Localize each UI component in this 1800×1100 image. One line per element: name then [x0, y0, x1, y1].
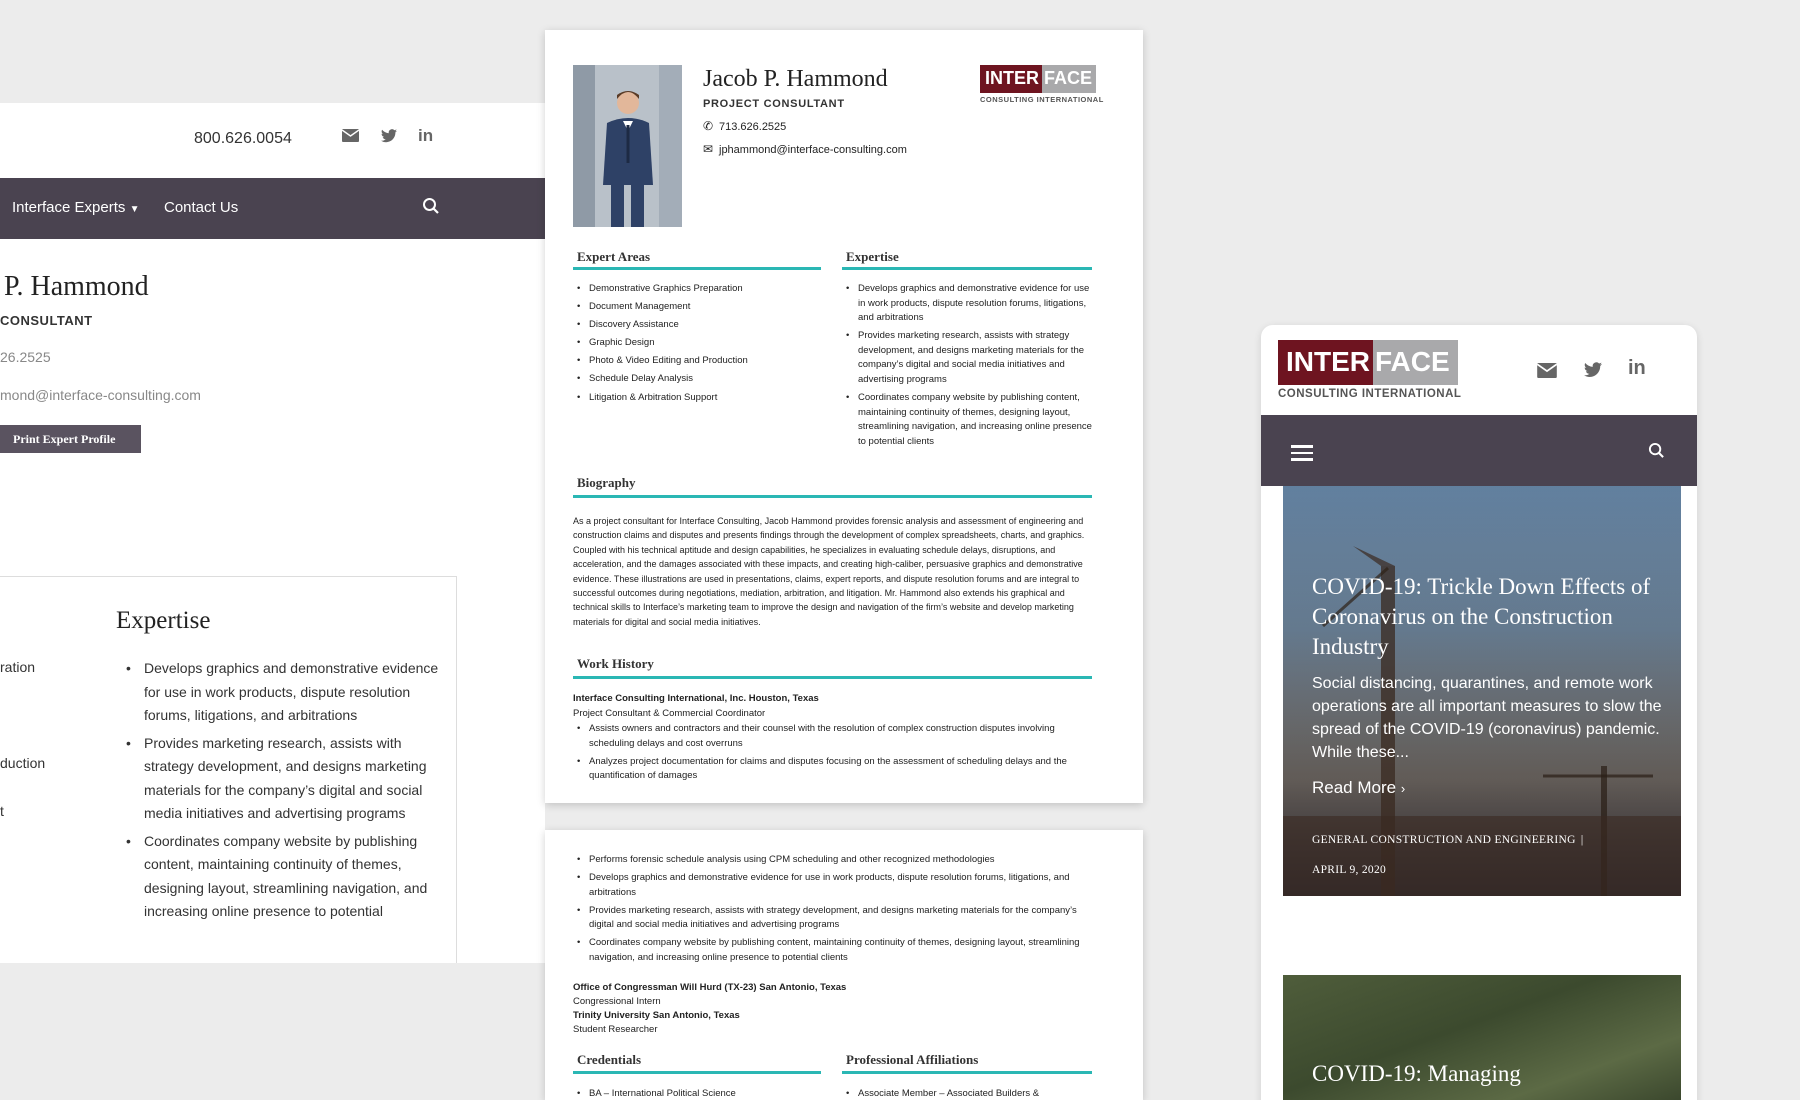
resume-phone-row: ✆ 713.626.2525 — [703, 119, 786, 133]
twitter-icon[interactable] — [381, 129, 397, 148]
article-date: APRIL 9, 2020 — [1312, 864, 1387, 876]
mobile-nav-bar — [1261, 415, 1697, 486]
resume-email-row: ✉ jphammond@interface-consulting.com — [703, 142, 907, 156]
list-item: Photo & Video Editing and Production — [573, 354, 823, 369]
phone-icon: ✆ — [703, 119, 714, 133]
nav-interface-experts[interactable]: Interface Experts ▼ — [12, 199, 139, 216]
list-item: Performs forensic schedule analysis usin… — [573, 853, 1093, 868]
list-item: Associate Member – Associated Builders & — [842, 1087, 1094, 1100]
print-expert-profile-button[interactable]: Print Expert Profile — [0, 425, 141, 453]
divider — [573, 267, 821, 270]
list-item: Analyzes project documentation for claim… — [573, 755, 1093, 784]
biography-heading: Biography — [577, 475, 636, 490]
article-excerpt: Social distancing, quarantines, and remo… — [1312, 675, 1662, 761]
list-item: Document Management — [573, 300, 823, 315]
email-icon[interactable] — [341, 129, 360, 147]
divider — [842, 1071, 1092, 1074]
list-item: Coordinates company website by publishin… — [842, 391, 1094, 449]
work-history-heading: Work History — [577, 656, 654, 671]
nav-contact-us[interactable]: Contact Us — [164, 199, 238, 216]
expert-area-fragment: ration — [0, 659, 36, 675]
expert-area-fragment: duction — [0, 755, 46, 771]
profile-email[interactable]: mond@interface-consulting.com — [0, 387, 201, 403]
read-more-link[interactable]: Read More › — [1312, 778, 1405, 798]
work-role: Congressional Intern — [573, 996, 661, 1007]
resume-name: Jacob P. Hammond — [703, 66, 888, 92]
list-item: Provides marketing research, assists wit… — [573, 904, 1093, 933]
expertise-heading: Expertise — [116, 607, 211, 634]
header-phone[interactable]: 800.626.0054 — [194, 130, 292, 148]
resume-page-2: Performs forensic schedule analysis usin… — [545, 830, 1143, 1100]
affiliations-heading: Professional Affiliations — [846, 1052, 979, 1067]
credentials-list: BA – International Political Science — [573, 1087, 823, 1100]
work-role: Student Researcher — [573, 1024, 658, 1035]
list-item: Coordinates company website by publishin… — [573, 936, 1093, 965]
article-title[interactable]: COVID-19: Managing — [1312, 1061, 1521, 1087]
work-company: Office of Congressman Will Hurd (TX-23) … — [573, 982, 847, 993]
expert-area-fragment: t — [0, 803, 4, 819]
expertise-heading: Expertise — [846, 249, 899, 264]
list-item: Develops graphics and demonstrative evid… — [573, 871, 1093, 900]
list-item: Demonstrative Graphics Preparation — [573, 282, 823, 297]
credentials-heading: Credentials — [577, 1052, 642, 1067]
linkedin-icon[interactable]: in — [418, 126, 433, 146]
profile-photo — [573, 65, 682, 227]
chevron-right-icon: › — [1400, 781, 1406, 796]
work-company: Trinity University San Antonio, Texas — [573, 1010, 740, 1021]
divider — [842, 267, 1092, 270]
list-item: Graphic Design — [573, 336, 823, 351]
list-item: Assists owners and contractors and their… — [573, 722, 1093, 751]
list-item: Schedule Delay Analysis — [573, 372, 823, 387]
work-duties-list: Assists owners and contractors and their… — [573, 722, 1093, 787]
article-title[interactable]: COVID-19: Trickle Down Effects of Corona… — [1312, 572, 1662, 662]
email-icon: ✉ — [703, 142, 714, 156]
profile-phone[interactable]: 26.2525 — [0, 349, 51, 365]
resume-email: jphammond@interface-consulting.com — [719, 144, 907, 156]
search-icon[interactable] — [1648, 442, 1665, 464]
work-company: Interface Consulting International, Inc.… — [573, 693, 819, 704]
list-item: Litigation & Arbitration Support — [573, 391, 823, 406]
expertise-card: Expertise ration duction t Develops grap… — [0, 576, 457, 963]
resume-phone: 713.626.2525 — [719, 121, 787, 133]
resume-title: PROJECT CONSULTANT — [703, 98, 845, 110]
list-item: Provides marketing research, assists wit… — [842, 329, 1094, 387]
work-duties-list: Performs forensic schedule analysis usin… — [573, 853, 1093, 969]
mobile-page: INTER FACE CONSULTING INTERNATIONAL in C… — [1261, 325, 1697, 1100]
linkedin-icon[interactable]: in — [1628, 357, 1646, 380]
affiliations-list: Associate Member – Associated Builders & — [842, 1087, 1094, 1100]
desktop-top-bar: 800.626.0054 in — [0, 103, 545, 178]
list-item: Develops graphics and demonstrative evid… — [842, 282, 1094, 326]
logo-subtitle: CONSULTING INTERNATIONAL — [1278, 388, 1462, 400]
search-icon[interactable] — [422, 197, 440, 215]
list-item: BA – International Political Science — [573, 1087, 823, 1100]
desktop-profile-page: 800.626.0054 in Interface Experts ▼ Cont… — [0, 103, 545, 963]
work-role: Project Consultant & Commercial Coordina… — [573, 708, 766, 719]
twitter-icon[interactable] — [1584, 362, 1602, 383]
list-item: Develops graphics and demonstrative evid… — [126, 657, 446, 728]
logo-subtitle: CONSULTING INTERNATIONAL — [980, 95, 1104, 104]
divider — [573, 495, 1092, 498]
profile-title: CONSULTANT — [0, 313, 93, 328]
expertise-list: Develops graphics and demonstrative evid… — [842, 282, 1094, 453]
divider — [573, 676, 1092, 679]
article-card[interactable]: COVID-19: Trickle Down Effects of Corona… — [1283, 486, 1681, 896]
biography-text: As a project consultant for Interface Co… — [573, 516, 1085, 627]
expertise-list: Develops graphics and demonstrative evid… — [126, 657, 446, 928]
interface-logo[interactable]: INTER FACE — [1278, 340, 1458, 385]
caret-down-icon: ▼ — [129, 204, 140, 215]
email-icon[interactable] — [1536, 363, 1558, 383]
profile-name: P. Hammond — [4, 271, 149, 302]
list-item: Discovery Assistance — [573, 318, 823, 333]
expert-areas-heading: Expert Areas — [577, 249, 651, 264]
hamburger-menu-icon[interactable] — [1291, 445, 1313, 461]
article-card[interactable]: COVID-19: Managing — [1283, 975, 1681, 1100]
article-category[interactable]: GENERAL CONSTRUCTION AND ENGINEERING | — [1312, 834, 1583, 846]
desktop-nav-bar: Interface Experts ▼ Contact Us — [0, 178, 545, 239]
expert-areas-list: Demonstrative Graphics Preparation Docum… — [573, 282, 823, 409]
list-item: Coordinates company website by publishin… — [126, 830, 446, 924]
resume-page-1: Jacob P. Hammond PROJECT CONSULTANT ✆ 713… — [545, 30, 1143, 803]
interface-logo: INTER FACE — [980, 65, 1097, 93]
list-item: Provides marketing research, assists wit… — [126, 732, 446, 826]
divider — [573, 1071, 821, 1074]
